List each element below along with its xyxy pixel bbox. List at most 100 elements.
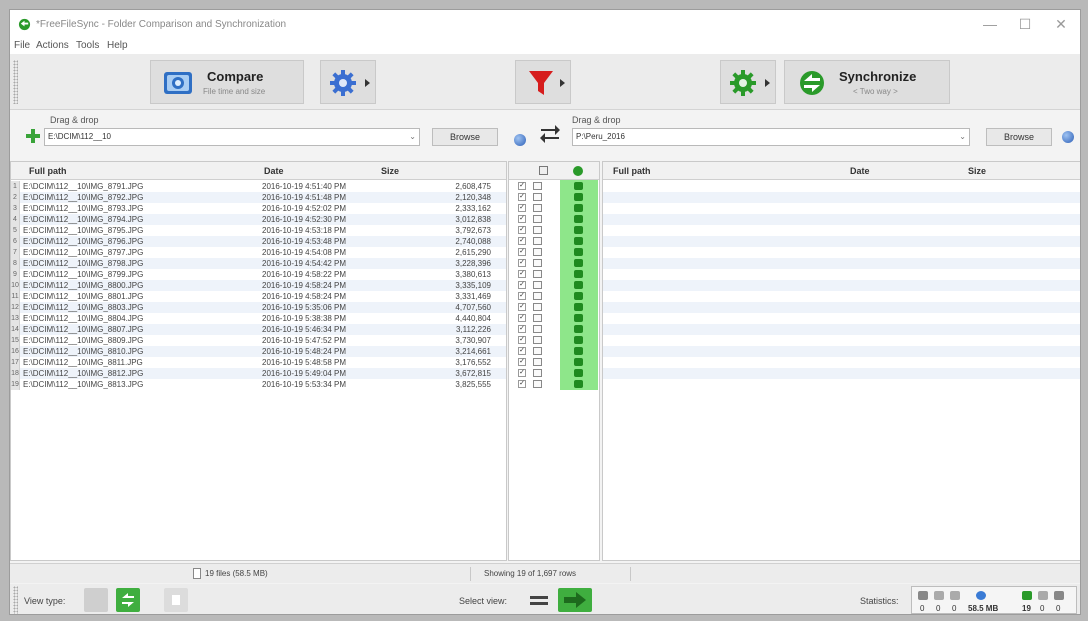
table-row[interactable] bbox=[509, 544, 599, 555]
maximize-button[interactable]: ☐ bbox=[1012, 15, 1038, 33]
left-only-category-icon[interactable] bbox=[533, 237, 542, 245]
table-row[interactable] bbox=[603, 192, 1080, 203]
table-row[interactable]: 10 E:\DCIM\112__10\IMG_8800.JPG 2016-10-19… bbox=[11, 280, 506, 291]
sync-action-header-icon[interactable] bbox=[573, 166, 583, 176]
table-row[interactable]: 8 E:\DCIM\112__10\IMG_8798.JPG 2016-10-19 … bbox=[11, 258, 506, 269]
create-right-action-icon[interactable] bbox=[574, 303, 583, 311]
table-row[interactable] bbox=[603, 478, 1080, 489]
table-row[interactable] bbox=[509, 522, 599, 533]
include-checkbox[interactable]: ✓ bbox=[518, 226, 526, 234]
swap-sides-icon[interactable] bbox=[539, 122, 561, 146]
table-row[interactable]: 16 E:\DCIM\112__10\IMG_8810.JPG 2016-10-19… bbox=[11, 346, 506, 357]
table-row[interactable]: 12 E:\DCIM\112__10\IMG_8803.JPG 2016-10-19… bbox=[11, 302, 506, 313]
column-header-date[interactable]: Date bbox=[850, 166, 870, 176]
table-row[interactable] bbox=[603, 203, 1080, 214]
table-row[interactable]: 7 E:\DCIM\112__10\IMG_8797.JPG 2016-10-19 … bbox=[11, 247, 506, 258]
table-row[interactable] bbox=[603, 423, 1080, 434]
table-row[interactable]: ✓ bbox=[509, 236, 599, 247]
left-only-category-icon[interactable] bbox=[533, 226, 542, 234]
equal-filter-icon[interactable] bbox=[530, 592, 548, 608]
table-row[interactable] bbox=[509, 401, 599, 412]
left-only-category-icon[interactable] bbox=[533, 314, 542, 322]
table-row[interactable] bbox=[603, 258, 1080, 269]
table-row[interactable] bbox=[603, 335, 1080, 346]
include-checkbox[interactable]: ✓ bbox=[518, 336, 526, 344]
table-row[interactable]: ✓ bbox=[509, 313, 599, 324]
table-row[interactable] bbox=[603, 379, 1080, 390]
chevron-down-icon[interactable]: ⌄ bbox=[409, 129, 416, 145]
table-row[interactable]: 4 E:\DCIM\112__10\IMG_8794.JPG 2016-10-19 … bbox=[11, 214, 506, 225]
table-row[interactable] bbox=[509, 390, 599, 401]
table-row[interactable]: 11 E:\DCIM\112__10\IMG_8801.JPG 2016-10-19… bbox=[11, 291, 506, 302]
minimize-button[interactable]: — bbox=[977, 15, 1003, 33]
column-header-full-path[interactable]: Full path bbox=[29, 166, 67, 176]
table-row[interactable]: ✓ bbox=[509, 225, 599, 236]
include-checkbox[interactable]: ✓ bbox=[518, 303, 526, 311]
left-only-category-icon[interactable] bbox=[533, 347, 542, 355]
show-create-right-button[interactable] bbox=[558, 588, 592, 612]
table-row[interactable] bbox=[509, 445, 599, 456]
table-row[interactable] bbox=[11, 390, 506, 401]
table-row[interactable]: ✓ bbox=[509, 192, 599, 203]
left-only-category-icon[interactable] bbox=[533, 358, 542, 366]
include-checkbox[interactable]: ✓ bbox=[518, 347, 526, 355]
table-row[interactable] bbox=[603, 533, 1080, 544]
table-row[interactable]: 13 E:\DCIM\112__10\IMG_8804.JPG 2016-10-19… bbox=[11, 313, 506, 324]
create-right-action-icon[interactable] bbox=[574, 314, 583, 322]
create-right-action-icon[interactable] bbox=[574, 182, 583, 190]
include-checkbox[interactable]: ✓ bbox=[518, 248, 526, 256]
table-row[interactable] bbox=[509, 456, 599, 467]
create-right-action-icon[interactable] bbox=[574, 380, 583, 388]
table-row[interactable] bbox=[509, 412, 599, 423]
table-row[interactable] bbox=[603, 302, 1080, 313]
table-row[interactable] bbox=[509, 500, 599, 511]
create-right-action-icon[interactable] bbox=[574, 336, 583, 344]
table-row[interactable]: ✓ bbox=[509, 181, 599, 192]
table-row[interactable]: 9 E:\DCIM\112__10\IMG_8799.JPG 2016-10-19 … bbox=[11, 269, 506, 280]
table-row[interactable] bbox=[603, 181, 1080, 192]
create-right-action-icon[interactable] bbox=[574, 270, 583, 278]
create-right-action-icon[interactable] bbox=[574, 215, 583, 223]
table-row[interactable] bbox=[11, 500, 506, 511]
view-type-extra-button[interactable] bbox=[164, 588, 188, 612]
menu-help[interactable]: Help bbox=[107, 40, 128, 51]
table-row[interactable] bbox=[603, 214, 1080, 225]
table-row[interactable]: 15 E:\DCIM\112__10\IMG_8809.JPG 2016-10-19… bbox=[11, 335, 506, 346]
table-row[interactable]: ✓ bbox=[509, 368, 599, 379]
table-row[interactable]: ✓ bbox=[509, 203, 599, 214]
table-row[interactable] bbox=[603, 236, 1080, 247]
include-checkbox[interactable]: ✓ bbox=[518, 314, 526, 322]
create-right-action-icon[interactable] bbox=[574, 292, 583, 300]
include-checkbox[interactable]: ✓ bbox=[518, 204, 526, 212]
table-row[interactable]: ✓ bbox=[509, 379, 599, 390]
filter-button[interactable] bbox=[515, 60, 571, 104]
create-right-action-icon[interactable] bbox=[574, 369, 583, 377]
create-right-action-icon[interactable] bbox=[574, 237, 583, 245]
include-checkbox[interactable]: ✓ bbox=[518, 182, 526, 190]
table-row[interactable] bbox=[509, 511, 599, 522]
left-sftp-globe-icon[interactable] bbox=[514, 134, 526, 146]
table-row[interactable]: ✓ bbox=[509, 269, 599, 280]
table-row[interactable] bbox=[11, 544, 506, 555]
include-checkbox[interactable]: ✓ bbox=[518, 358, 526, 366]
toolbar-grip[interactable] bbox=[13, 60, 18, 104]
table-row[interactable]: ✓ bbox=[509, 324, 599, 335]
middle-action-grid[interactable]: ✓ ✓ ✓ ✓ ✓ ✓ ✓ ✓ ✓ ✓ ✓ ✓ ✓ ✓ ✓ ✓ ✓ ✓ ✓ bbox=[508, 161, 600, 561]
table-row[interactable] bbox=[11, 412, 506, 423]
left-only-category-icon[interactable] bbox=[533, 182, 542, 190]
category-header-icon[interactable] bbox=[539, 166, 548, 175]
create-right-action-icon[interactable] bbox=[574, 248, 583, 256]
table-row[interactable] bbox=[509, 467, 599, 478]
menu-actions[interactable]: Actions bbox=[36, 40, 69, 51]
table-row[interactable]: 14 E:\DCIM\112__10\IMG_8807.JPG 2016-10-19… bbox=[11, 324, 506, 335]
table-row[interactable] bbox=[11, 423, 506, 434]
left-browse-button[interactable]: Browse bbox=[432, 128, 498, 146]
left-folder-path-input[interactable]: E:\DCIM\112__10 ⌄ bbox=[44, 128, 420, 146]
table-row[interactable] bbox=[603, 445, 1080, 456]
table-row[interactable] bbox=[603, 247, 1080, 258]
table-row[interactable] bbox=[603, 313, 1080, 324]
table-row[interactable] bbox=[603, 456, 1080, 467]
left-only-category-icon[interactable] bbox=[533, 204, 542, 212]
table-row[interactable]: ✓ bbox=[509, 346, 599, 357]
table-row[interactable] bbox=[603, 522, 1080, 533]
